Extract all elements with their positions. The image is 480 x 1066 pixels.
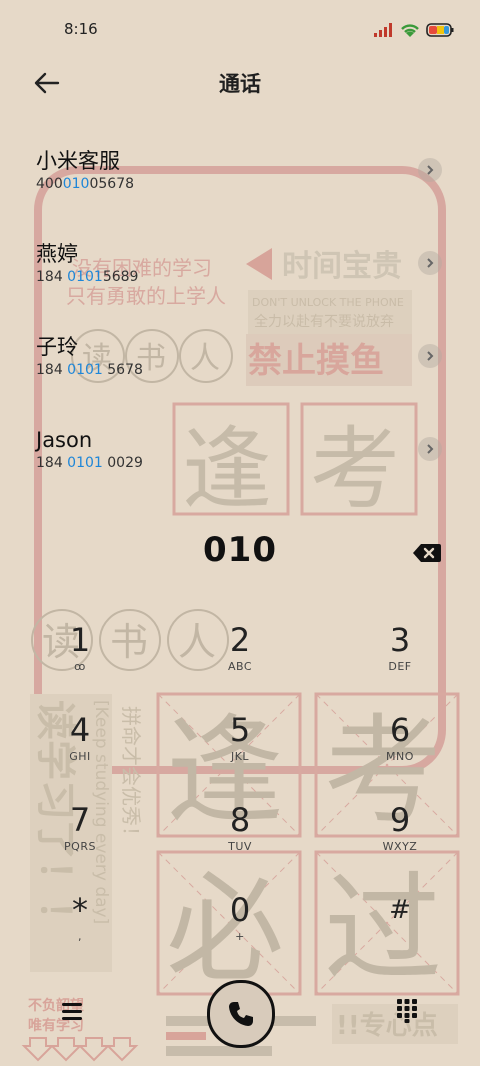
key-digit: 6	[389, 711, 411, 749]
key-digit: 0	[229, 891, 251, 929]
key-letters: ABC	[227, 660, 253, 673]
contact-number: 184 0101 0029	[36, 455, 143, 471]
wifi-icon	[401, 24, 419, 37]
battery-icon	[426, 23, 454, 37]
contact-item[interactable]: 燕婷 184 01015689	[36, 241, 446, 311]
key-digit: 7	[69, 801, 91, 839]
contact-name: 子玲	[36, 335, 78, 359]
chevron-right-icon[interactable]	[418, 344, 442, 368]
key-digit: 4	[69, 711, 91, 749]
key-digit: #	[389, 895, 411, 925]
key-letters: JKL	[230, 750, 250, 763]
key-letters: +	[235, 930, 245, 943]
contact-name: 燕婷	[36, 242, 78, 266]
key-letters: WXYZ	[382, 840, 418, 853]
key-digit: 1	[69, 621, 91, 659]
key-3[interactable]: 3 DEF	[320, 620, 480, 700]
bottom-actions	[0, 980, 480, 1050]
contact-name: Jason	[36, 428, 93, 452]
key-letters: TUV	[228, 840, 252, 853]
key-digit: 8	[229, 801, 251, 839]
key-6[interactable]: 6 MNO	[320, 710, 480, 790]
key-7[interactable]: 7 PQRS	[0, 800, 160, 880]
dialpad-icon[interactable]	[396, 998, 418, 1024]
contact-list: 小米客服 40001005678 燕婷 184 01015689 子玲 184 …	[0, 140, 480, 510]
header: 通话	[0, 60, 480, 106]
key-letters: GHI	[69, 750, 91, 763]
contact-number: 40001005678	[36, 176, 135, 192]
contact-item[interactable]: Jason 184 0101 0029	[36, 427, 446, 497]
key-hash[interactable]: #	[320, 890, 480, 970]
key-0[interactable]: 0 +	[160, 890, 320, 970]
status-icons	[374, 22, 454, 38]
key-1[interactable]: 1 ꝏ	[0, 620, 160, 700]
key-digit: 9	[389, 801, 411, 839]
key-digit: 3	[389, 621, 411, 659]
call-button[interactable]	[207, 980, 275, 1048]
key-letters: DEF	[388, 660, 412, 673]
key-letters: MNO	[386, 750, 414, 763]
key-digit: 5	[229, 711, 251, 749]
contact-item[interactable]: 小米客服 40001005678	[36, 148, 446, 218]
signal-icon	[374, 23, 392, 37]
status-time: 8:16	[64, 20, 98, 38]
chevron-right-icon[interactable]	[418, 437, 442, 461]
status-bar: 8:16	[0, 0, 480, 60]
key-9[interactable]: 9 WXYZ	[320, 800, 480, 880]
backspace-icon[interactable]	[412, 542, 442, 564]
key-letters: PQRS	[64, 840, 96, 853]
contact-name: 小米客服	[36, 149, 120, 173]
contact-number: 184 0101 5678	[36, 362, 143, 378]
key-4[interactable]: 4 GHI	[0, 710, 160, 790]
key-star[interactable]: * ,	[0, 890, 160, 970]
contact-number: 184 01015689	[36, 269, 139, 285]
voicemail-icon: ꝏ	[74, 660, 86, 673]
chevron-right-icon[interactable]	[418, 158, 442, 182]
key-digit: *	[72, 891, 88, 929]
key-letters: ,	[78, 930, 82, 943]
phone-icon	[229, 1002, 253, 1026]
key-digit: 2	[229, 621, 251, 659]
dialed-number: 010	[203, 530, 277, 570]
chevron-right-icon[interactable]	[418, 251, 442, 275]
page-title: 通话	[219, 72, 261, 96]
menu-icon[interactable]	[60, 1000, 86, 1022]
key-8[interactable]: 8 TUV	[160, 800, 320, 880]
key-2[interactable]: 2 ABC	[160, 620, 320, 700]
key-5[interactable]: 5 JKL	[160, 710, 320, 790]
contact-item[interactable]: 子玲 184 0101 5678	[36, 334, 446, 404]
